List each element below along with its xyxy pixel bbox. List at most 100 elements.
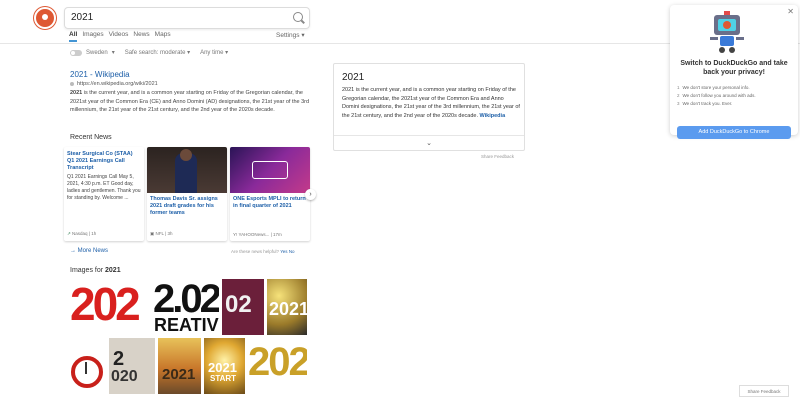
next-arrow-icon[interactable]: › bbox=[305, 189, 316, 200]
search-tabs: All Images Videos News Maps bbox=[69, 31, 171, 42]
list-text: We don't track you. Ever. bbox=[682, 101, 733, 106]
image-tile[interactable]: 202 bbox=[248, 338, 307, 394]
nasdaq-icon: ↗ bbox=[67, 231, 71, 236]
snippet-text: is the current year, and is a common yea… bbox=[70, 90, 310, 113]
search-input[interactable]: 2021 bbox=[64, 7, 310, 29]
favicon-icon bbox=[70, 82, 74, 86]
add-to-chrome-button[interactable]: Add DuckDuckGo to Chrome bbox=[677, 126, 791, 139]
news-title[interactable]: ONE Esports MPLI to return in final quar… bbox=[230, 193, 310, 210]
image-glyph: REATIV bbox=[154, 315, 219, 335]
infobox-body: 2021 is the current year, and is a commo… bbox=[342, 86, 520, 120]
safe-search-filter[interactable]: Safe search: moderate ▾ bbox=[125, 49, 190, 56]
list-item: 1 We don't store your personal info. bbox=[677, 85, 756, 90]
helpful-no[interactable]: No bbox=[289, 249, 295, 254]
news-image[interactable] bbox=[147, 147, 227, 193]
tab-all[interactable]: All bbox=[69, 31, 78, 42]
list-item: 3 We don't track you. Ever. bbox=[677, 101, 756, 106]
list-number: 1 bbox=[677, 85, 680, 90]
bottom-feedback-button[interactable]: Share Feedback bbox=[739, 385, 789, 397]
share-feedback-link[interactable]: Share Feedback bbox=[481, 154, 514, 159]
image-tile[interactable] bbox=[68, 338, 106, 394]
privacy-popup: ✕ Switch to DuckDuckGo and take back you… bbox=[670, 5, 798, 139]
image-tile[interactable]: 2021 bbox=[158, 338, 201, 394]
clock-icon bbox=[71, 356, 103, 388]
safe-search-label: Safe search: moderate bbox=[124, 50, 186, 56]
more-news-label: More News bbox=[77, 248, 109, 254]
chevron-down-icon: ▾ bbox=[111, 50, 115, 56]
region-toggle[interactable] bbox=[70, 49, 82, 56]
search-result: 2021 - Wikipedia https://en.wikipedia.or… bbox=[70, 70, 315, 115]
images-heading: Images for 2021 bbox=[70, 267, 121, 274]
tab-images[interactable]: Images bbox=[82, 31, 103, 42]
result-title[interactable]: 2021 - Wikipedia bbox=[70, 70, 315, 79]
chevron-down-icon: ▾ bbox=[301, 32, 305, 39]
chevron-down-icon: ▾ bbox=[225, 50, 229, 56]
image-glyph: 020 bbox=[111, 368, 138, 385]
duckduckgo-logo[interactable] bbox=[34, 7, 56, 29]
snippet-bold: 2021 bbox=[70, 90, 83, 96]
result-url-row: https://en.wikipedia.org/wiki/2021 bbox=[70, 81, 315, 87]
image-glyph: 2021 bbox=[208, 360, 237, 375]
tab-news[interactable]: News bbox=[133, 31, 149, 42]
time-label: Any time bbox=[200, 50, 224, 56]
mpl-logo bbox=[252, 161, 288, 179]
list-number: 2 bbox=[677, 93, 680, 98]
infobox-link[interactable]: Wikipedia bbox=[480, 113, 506, 119]
news-body: Q1 2021 Earnings Call May 5, 2021, 4:30 … bbox=[67, 174, 141, 201]
search-query[interactable]: 2021 bbox=[71, 12, 93, 23]
image-glyph: 202 bbox=[70, 279, 141, 330]
chevron-down-icon: ▾ bbox=[187, 50, 191, 56]
popup-list: 1 We don't store your personal info. 2 We … bbox=[677, 85, 756, 109]
nfl-icon: ▣ bbox=[150, 231, 155, 236]
recent-news-heading: Recent News bbox=[70, 134, 112, 141]
tab-maps[interactable]: Maps bbox=[155, 31, 171, 42]
region-filter[interactable]: Sweden ▾ bbox=[70, 49, 115, 56]
result-url[interactable]: https://en.wikipedia.org/wiki/2021 bbox=[77, 81, 158, 87]
more-news-link[interactable]: → More News bbox=[70, 248, 108, 254]
image-glyph: START bbox=[210, 374, 237, 383]
image-glyph: 2021 bbox=[162, 366, 196, 383]
popup-heading: Switch to DuckDuckGo and take back your … bbox=[680, 60, 788, 76]
region-label: Sweden bbox=[86, 49, 108, 56]
news-title[interactable]: Stear Surgical Co (STAA) Q1 2021 Earning… bbox=[64, 147, 144, 172]
news-image[interactable] bbox=[230, 147, 310, 193]
chevron-down-icon[interactable]: ⌄ bbox=[334, 135, 524, 151]
news-age: 3h bbox=[167, 231, 173, 236]
infobox-title: 2021 bbox=[342, 72, 365, 83]
helpful-yes[interactable]: Yes bbox=[280, 249, 287, 254]
person-head bbox=[180, 149, 192, 161]
news-card[interactable]: Stear Surgical Co (STAA) Q1 2021 Earning… bbox=[64, 147, 144, 241]
image-tile[interactable]: 2021 START bbox=[204, 338, 245, 394]
yahoo-icon: Y! bbox=[233, 232, 238, 237]
time-filter[interactable]: Any time ▾ bbox=[200, 49, 228, 56]
image-tile[interactable]: 202 bbox=[68, 279, 151, 335]
news-card[interactable]: Thomas Davis Sr. assigns 2021 draft grad… bbox=[147, 147, 227, 241]
robot-mascot-icon bbox=[710, 11, 744, 53]
news-source: Nasdaq bbox=[72, 231, 88, 236]
infobox: 2021 2021 is the current year, and is a … bbox=[333, 63, 525, 151]
news-source: NFL bbox=[155, 231, 164, 236]
image-tile[interactable]: 02 bbox=[222, 279, 264, 335]
list-text: We don't store your personal info. bbox=[682, 85, 750, 90]
news-feedback: Are these news helpful? Yes No bbox=[231, 249, 295, 254]
filter-bar: Sweden ▾ Safe search: moderate ▾ Any tim… bbox=[70, 49, 228, 56]
news-age: 17m bbox=[273, 232, 282, 237]
settings-dropdown[interactable]: Settings ▾ bbox=[276, 31, 305, 39]
news-age: 1h bbox=[91, 231, 97, 236]
image-tile[interactable]: 2021 bbox=[267, 279, 307, 335]
image-tile[interactable]: 2.02 REATIV bbox=[154, 279, 219, 335]
search-icon[interactable] bbox=[293, 12, 303, 22]
images-heading-bold: 2021 bbox=[105, 267, 121, 274]
image-tile[interactable]: 2 020 bbox=[109, 338, 155, 394]
news-source-row: ↗ Nasdaq | 1h bbox=[67, 231, 97, 236]
news-carousel: Stear Surgical Co (STAA) Q1 2021 Earning… bbox=[64, 147, 310, 241]
news-card[interactable]: ONE Esports MPLI to return in final quar… bbox=[230, 147, 310, 241]
news-title[interactable]: Thomas Davis Sr. assigns 2021 draft grad… bbox=[147, 193, 227, 217]
close-icon[interactable]: ✕ bbox=[787, 7, 794, 16]
settings-label: Settings bbox=[276, 32, 300, 39]
news-source-row: Y! YAHOONews... | 17m bbox=[233, 232, 282, 237]
image-glyph: 202 bbox=[248, 340, 307, 384]
result-snippet: 2021 is the current year, and is a commo… bbox=[70, 89, 315, 115]
tab-videos[interactable]: Videos bbox=[109, 31, 129, 42]
list-text: We don't follow you around with ads. bbox=[682, 93, 756, 98]
